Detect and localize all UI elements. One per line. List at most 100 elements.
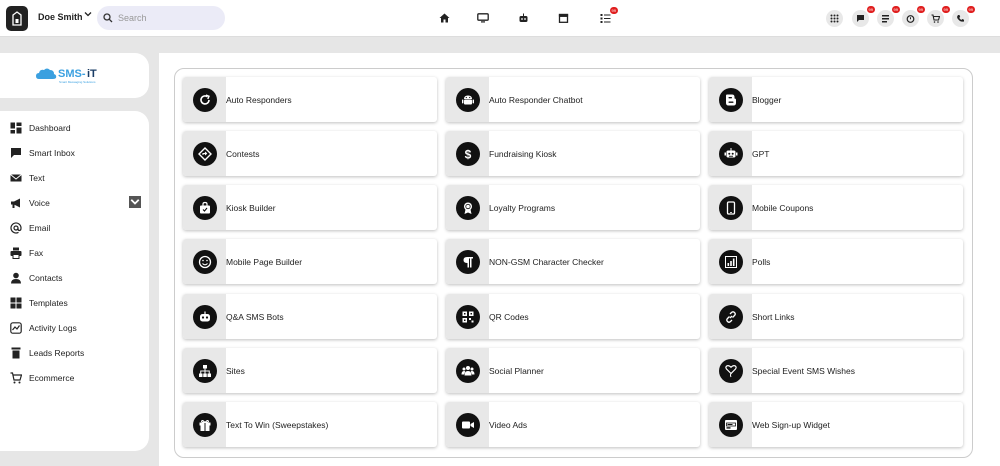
sidebar-item-activity-logs[interactable]: Activity Logs (10, 321, 140, 335)
svg-text:Smart Messaging Solutions: Smart Messaging Solutions (59, 80, 96, 84)
tile-label: Auto Responders (226, 94, 292, 105)
tile-auto-responders[interactable]: Auto Responders (183, 77, 437, 122)
bag-icon (193, 196, 217, 220)
sidebar-item-label: Email (29, 223, 51, 233)
app-logo-icon[interactable] (6, 6, 28, 31)
sidebar-item-label: Text (29, 173, 45, 183)
apps-grid-icon[interactable] (826, 10, 843, 27)
notification-badge: 99 (866, 6, 875, 13)
tile-kiosk-builder[interactable]: Kiosk Builder (183, 185, 437, 230)
tile-label: Fundraising Kiosk (489, 148, 557, 159)
sidebar-item-dashboard[interactable]: Dashboard (10, 121, 140, 135)
tile-label: Special Event SMS Wishes (752, 365, 855, 376)
store-icon[interactable] (556, 11, 570, 25)
award-icon (456, 196, 480, 220)
tile-label: Polls (752, 256, 771, 267)
messages-icon[interactable]: 99 (852, 6, 875, 27)
notification-badge: 99 (609, 7, 618, 14)
tile-label: Sites (226, 365, 245, 376)
tile-gpt[interactable]: GPT (709, 131, 963, 176)
cloud-logo-icon: SMS- iT Smart Messaging Solutions (35, 68, 97, 84)
tile-label: Video Ads (489, 419, 528, 430)
sidebar-item-contacts[interactable]: Contacts (10, 271, 140, 285)
poll-icon (719, 250, 743, 274)
tile-label: Short Links (752, 311, 795, 322)
tile-mobile-coupons[interactable]: Mobile Coupons (709, 185, 963, 230)
sidebar-item-label: Dashboard (29, 123, 71, 133)
tile-label: Social Planner (489, 365, 544, 376)
tile-mobile-page-builder[interactable]: Mobile Page Builder (183, 239, 437, 284)
tile-label: Auto Responder Chatbot (489, 94, 583, 105)
tile-blogger[interactable]: Blogger (709, 77, 963, 122)
sitemap-icon (193, 359, 217, 383)
tile-sites[interactable]: Sites (183, 348, 437, 393)
search-input[interactable] (118, 13, 218, 23)
sidebar-item-voice[interactable]: Voice (10, 196, 141, 210)
user-name[interactable]: Doe Smith (38, 12, 83, 22)
reports-icon (11, 347, 21, 359)
sidebar-item-label: Contacts (29, 273, 63, 283)
tile-label: Q&A SMS Bots (226, 311, 284, 322)
sidebar-item-email[interactable]: Email (10, 221, 140, 235)
widget-icon (719, 413, 743, 437)
expand-chevron-icon[interactable] (129, 196, 141, 208)
tile-social-planner[interactable]: Social Planner (446, 348, 700, 393)
sidebar-item-smart-inbox[interactable]: Smart Inbox (10, 146, 140, 160)
tile-label: Web Sign-up Widget (752, 419, 830, 430)
sidebar-item-fax[interactable]: Fax (10, 246, 140, 260)
search-bar[interactable] (97, 6, 225, 30)
dashboard-icon (10, 122, 22, 134)
svg-text:SMS-: SMS- (58, 68, 86, 80)
tile-polls[interactable]: Polls (709, 239, 963, 284)
home-icon[interactable] (437, 11, 451, 25)
sidebar-item-label: Templates (29, 298, 68, 308)
blogger-icon (719, 88, 743, 112)
tile-auto-responder-chatbot[interactable]: Auto Responder Chatbot (446, 77, 700, 122)
tile-fundraising-kiosk[interactable]: $ Fundraising Kiosk (446, 131, 700, 176)
task-list-icon[interactable]: 99 (598, 7, 618, 25)
notification-badge: 99 (941, 6, 950, 13)
sidebar-item-label: Voice (29, 198, 50, 208)
tile-label: Text To Win (Sweepstakes) (226, 419, 329, 430)
tile-text-to-win[interactable]: Text To Win (Sweepstakes) (183, 402, 437, 447)
paragraph-icon (456, 250, 480, 274)
activity-icon (10, 322, 22, 334)
notification-badge: 99 (916, 6, 925, 13)
svg-text:$: $ (465, 148, 472, 162)
tile-contests[interactable]: Contests (183, 131, 437, 176)
link-icon (719, 305, 743, 329)
alarm-icon[interactable]: 99 (902, 6, 925, 27)
sidebar-item-leads-reports[interactable]: Leads Reports (10, 346, 140, 360)
person-icon (11, 272, 21, 284)
bot-icon (193, 305, 217, 329)
robot-icon[interactable] (516, 11, 530, 25)
tile-short-links[interactable]: Short Links (709, 294, 963, 339)
sidebar-item-ecommerce[interactable]: Ecommerce (10, 371, 140, 385)
tile-qa-sms-bots[interactable]: Q&A SMS Bots (183, 294, 437, 339)
templates-icon (10, 297, 22, 309)
android-icon (456, 88, 480, 112)
tile-non-gsm-checker[interactable]: NON-GSM Character Checker (446, 239, 700, 284)
sidebar-item-templates[interactable]: Templates (10, 296, 140, 310)
chevron-down-icon[interactable] (84, 10, 92, 20)
mobile-icon (719, 196, 743, 220)
cart-icon[interactable]: 99 (927, 6, 950, 27)
sidebar-item-label: Smart Inbox (29, 148, 75, 158)
tile-label: GPT (752, 148, 770, 159)
printer-icon (10, 247, 22, 259)
tile-video-ads[interactable]: Video Ads (446, 402, 700, 447)
brand-logo[interactable]: SMS- iT Smart Messaging Solutions (0, 53, 149, 98)
notification-badge: 99 (966, 6, 975, 13)
tile-special-event-sms[interactable]: Special Event SMS Wishes (709, 348, 963, 393)
monitor-icon[interactable] (476, 11, 490, 25)
tile-web-signup-widget[interactable]: Web Sign-up Widget (709, 402, 963, 447)
video-icon (456, 413, 480, 437)
tile-qr-codes[interactable]: QR Codes (446, 294, 700, 339)
tile-loyalty-programs[interactable]: Loyalty Programs (446, 185, 700, 230)
chat-icon (11, 148, 21, 158)
sidebar-menu: Dashboard Smart Inbox Text Voice Email F… (0, 111, 149, 451)
sidebar-item-text[interactable]: Text (10, 171, 140, 185)
tile-label: Kiosk Builder (226, 202, 276, 213)
phone-icon[interactable]: 99 (952, 6, 975, 27)
list-icon[interactable]: 99 (877, 6, 900, 27)
